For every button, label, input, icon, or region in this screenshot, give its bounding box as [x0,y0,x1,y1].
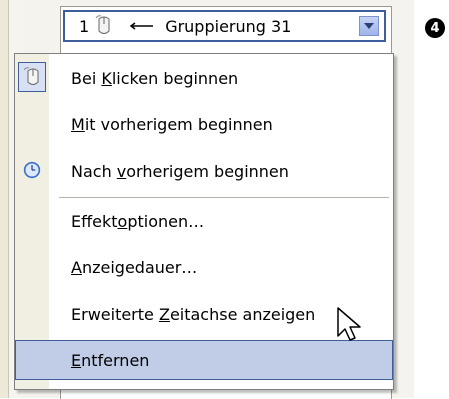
callout-badge: 4 [425,18,445,38]
menu-item-label: Nach vorherigem beginnen [71,161,289,181]
menu-item-label: Erweiterte Zeitachse anzeigen [71,304,316,324]
mouse-pointer-icon [337,307,361,341]
menu-item-label: Effektoptionen… [71,211,205,231]
menu-item-label: Bei Klicken beginnen [71,68,239,88]
menu-item-effect-options[interactable]: Effektoptionen… [15,201,393,241]
menu-item-start-after-previous[interactable]: Nach vorherigem beginnen [15,151,393,191]
menu-separator [59,197,389,198]
animation-order-number: 1 [79,16,90,36]
menu-item-remove[interactable]: Entfernen [15,340,393,380]
menu-item-timing[interactable]: Anzeigedauer… [15,247,393,287]
animation-effect-name: Gruppierung 31 [165,16,292,36]
menu-item-label: Entfernen [71,350,150,370]
dropdown-button[interactable] [359,16,379,36]
arrow-right-icon [129,22,154,30]
menu-item-start-with-previous[interactable]: Mit vorherigem beginnen [15,104,393,144]
menu-item-label: Mit vorherigem beginnen [71,114,273,134]
animation-list-item[interactable]: 1 Gruppierung 31 [63,10,386,42]
mouse-click-icon [23,67,39,85]
chevron-down-icon [364,23,374,29]
menu-item-label: Anzeigedauer… [71,257,198,277]
mouse-click-icon [95,15,110,34]
clock-icon [23,161,41,179]
menu-item-start-on-click[interactable]: Bei Klicken beginnen [15,58,393,98]
